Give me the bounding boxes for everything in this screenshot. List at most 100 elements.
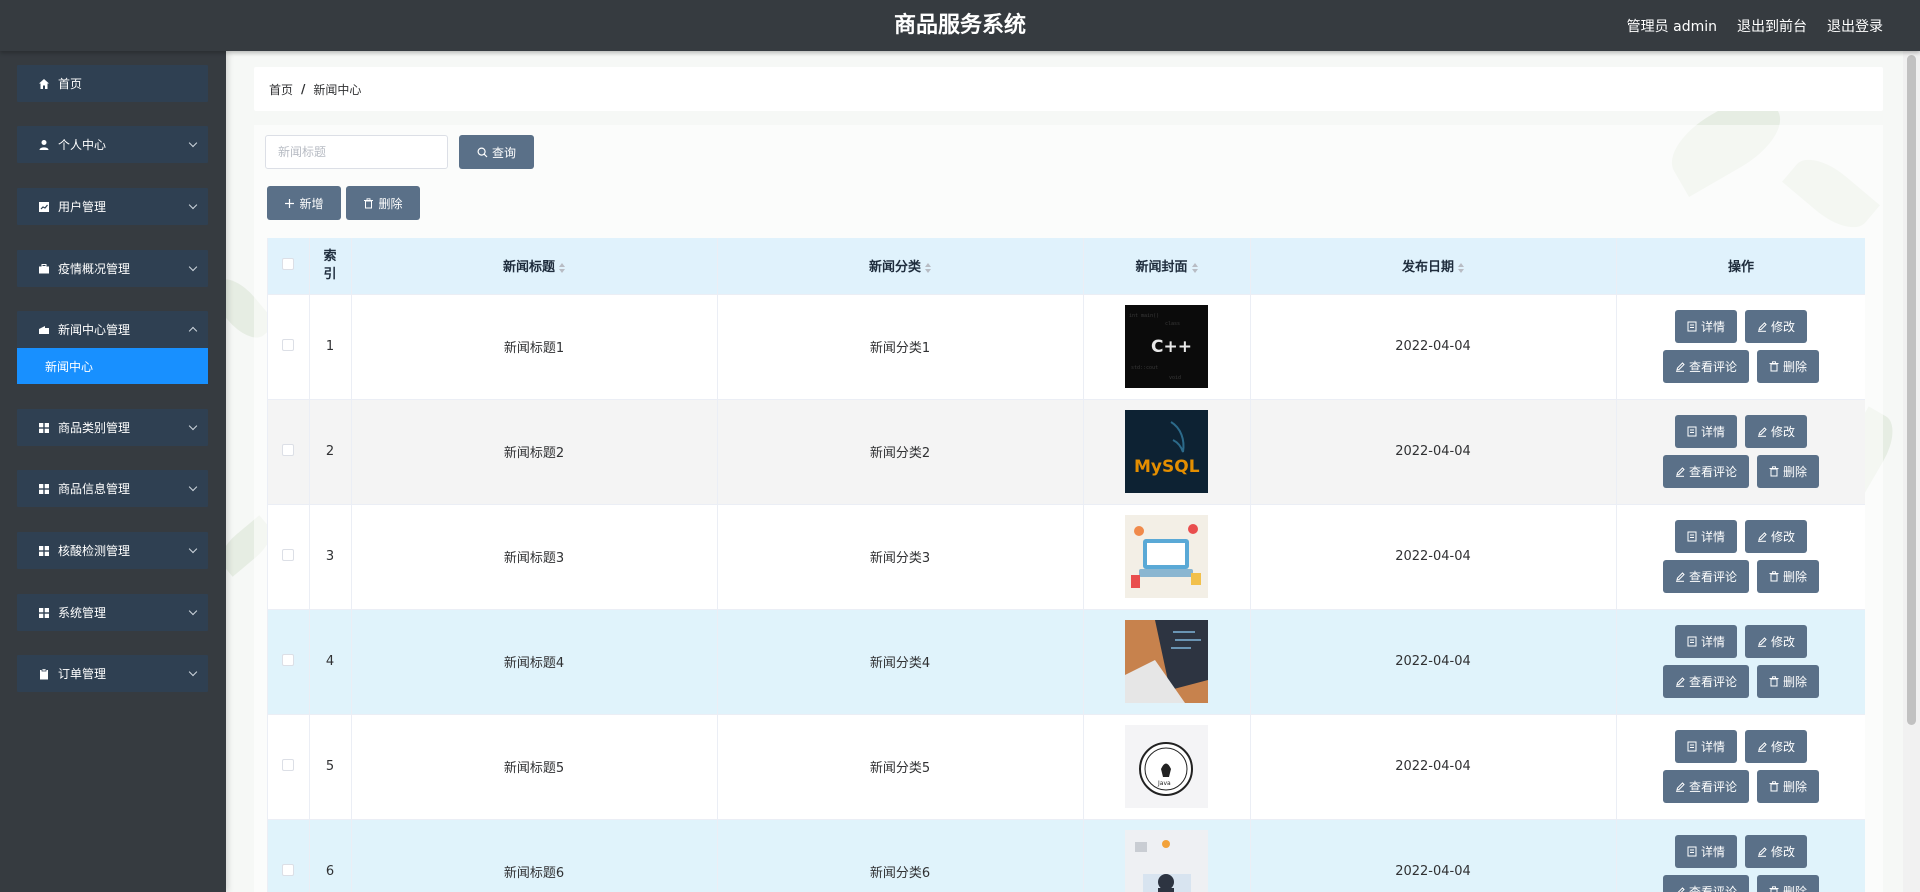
delete-button[interactable]: 删除 <box>1757 560 1820 593</box>
row-actions: 详情 修改 查看评论 删除 <box>1616 504 1865 610</box>
delete-button[interactable]: 删除 <box>1757 455 1820 488</box>
briefcase-icon <box>38 263 50 275</box>
view-comments-button[interactable]: 查看评论 <box>1662 350 1749 383</box>
breadcrumb-home[interactable]: 首页 <box>269 81 293 98</box>
svg-text:MySQL: MySQL <box>1134 457 1200 477</box>
edit-button[interactable]: 修改 <box>1745 835 1808 868</box>
row-publish-date: 2022-04-04 <box>1250 504 1617 610</box>
row-actions: 详情 修改 查看评论 删除 <box>1616 399 1865 505</box>
chevron-down-icon <box>188 606 198 615</box>
table-row[interactable]: 4 新闻标题4 新闻分类4 2022-04-04 详情 修改 查看评论 删除 <box>268 609 1865 715</box>
row-news-title: 新闻标题4 <box>351 609 718 715</box>
row-cover-cell <box>1083 504 1251 610</box>
header-actions: 管理员 admin 退出到前台 退出登录 <box>1627 0 1883 51</box>
sort-icon[interactable] <box>925 262 931 273</box>
svg-text:Java: Java <box>1157 780 1171 787</box>
column-header-title[interactable]: 新闻标题 <box>351 238 718 295</box>
chart-icon <box>38 201 50 213</box>
row-checkbox[interactable] <box>282 758 295 771</box>
sort-icon[interactable] <box>559 262 565 273</box>
row-news-category: 新闻分类1 <box>717 294 1084 400</box>
row-checkbox[interactable] <box>282 548 295 561</box>
main-content: 首页 / 新闻中心 查询 新增 删除 索引 <box>226 51 1920 892</box>
row-actions: 详情 修改 查看评论 删除 <box>1616 819 1865 892</box>
sidebar-item-system-management[interactable]: 系统管理 <box>17 594 208 631</box>
sidebar-item-category-management[interactable]: 商品类别管理 <box>17 409 208 446</box>
sidebar-item-product-management[interactable]: 商品信息管理 <box>17 470 208 507</box>
column-header-actions: 操作 <box>1616 238 1865 295</box>
sidebar-item-personal-center[interactable]: 个人中心 <box>17 126 208 163</box>
sidebar-item-epidemic-management[interactable]: 疫情概况管理 <box>17 250 208 287</box>
search-button[interactable]: 查询 <box>459 135 534 169</box>
breadcrumb-current: 新闻中心 <box>313 82 362 97</box>
table-row[interactable]: 2 新闻标题2 新闻分类2 MySQL 2022-04-04 详情 修改 查看评… <box>268 399 1865 505</box>
edit-button[interactable]: 修改 <box>1745 625 1808 658</box>
detail-button[interactable]: 详情 <box>1674 835 1737 868</box>
detail-button[interactable]: 详情 <box>1674 415 1737 448</box>
svg-text:std::cout: std::cout <box>1131 365 1158 371</box>
sidebar: 首页 个人中心 用户管理 疫情概况管理 新闻中心管理 新闻中心 商品类别管理 商… <box>0 51 226 892</box>
add-button[interactable]: 新增 <box>267 186 341 220</box>
sidebar-item-home[interactable]: 首页 <box>17 65 208 102</box>
sidebar-item-label: 商品类别管理 <box>58 421 131 435</box>
news-cover-image: int main() class std::cout void C++ <box>1125 305 1208 388</box>
delete-button[interactable]: 删除 <box>1757 665 1820 698</box>
table-row[interactable]: 3 新闻标题3 新闻分类3 2022-04-04 详情 修改 查看评论 删除 <box>268 504 1865 610</box>
edit-button[interactable]: 修改 <box>1745 310 1808 343</box>
delete-button[interactable]: 删除 <box>1757 350 1820 383</box>
column-header-date[interactable]: 发布日期 <box>1250 238 1617 295</box>
sidebar-item-label: 疫情概况管理 <box>58 262 131 276</box>
view-comments-button[interactable]: 查看评论 <box>1662 770 1749 803</box>
scrollbar-thumb[interactable] <box>1907 55 1916 725</box>
user-icon <box>38 139 50 151</box>
vertical-scrollbar[interactable] <box>1903 51 1920 892</box>
view-comments-button[interactable]: 查看评论 <box>1662 560 1749 593</box>
delete-button[interactable]: 删除 <box>1757 770 1820 803</box>
view-comments-button[interactable]: 查看评论 <box>1662 665 1749 698</box>
detail-button[interactable]: 详情 <box>1674 730 1737 763</box>
logout-link[interactable]: 退出登录 <box>1827 16 1883 36</box>
detail-button[interactable]: 详情 <box>1674 625 1737 658</box>
delete-button[interactable]: 删除 <box>1757 875 1820 892</box>
batch-delete-button[interactable]: 删除 <box>346 186 420 220</box>
sidebar-item-news-management[interactable]: 新闻中心管理 <box>17 311 208 348</box>
exit-to-front-link[interactable]: 退出到前台 <box>1737 16 1807 36</box>
row-select-cell <box>268 294 310 400</box>
table-row[interactable]: 1 新闻标题1 新闻分类1 int main() class std::cout vo… <box>268 294 1865 400</box>
table-row[interactable]: 6 新闻标题6 新闻分类6 2022-04-04 详情 修改 查看评论 删除 <box>268 819 1865 892</box>
row-checkbox[interactable] <box>282 863 295 876</box>
row-news-category: 新闻分类5 <box>717 714 1084 820</box>
column-header-cover[interactable]: 新闻封面 <box>1083 238 1251 295</box>
row-index: 6 <box>309 819 352 892</box>
row-publish-date: 2022-04-04 <box>1250 294 1617 400</box>
row-checkbox[interactable] <box>282 653 295 666</box>
select-all-checkbox[interactable] <box>282 257 295 270</box>
admin-user-label: 管理员 admin <box>1626 18 1717 35</box>
column-header-category[interactable]: 新闻分类 <box>717 238 1084 295</box>
view-comments-button[interactable]: 查看评论 <box>1662 455 1749 488</box>
view-comments-button[interactable]: 查看评论 <box>1662 875 1749 892</box>
row-select-cell <box>268 714 310 820</box>
edit-button[interactable]: 修改 <box>1745 520 1808 553</box>
row-checkbox[interactable] <box>282 338 295 351</box>
detail-button[interactable]: 详情 <box>1674 310 1737 343</box>
table-row[interactable]: 5 新闻标题5 新闻分类5 Java 2022-04-04 详情 修改 查看评论… <box>268 714 1865 820</box>
edit-button[interactable]: 修改 <box>1745 415 1808 448</box>
detail-button[interactable]: 详情 <box>1674 520 1737 553</box>
news-cover-image <box>1125 620 1208 703</box>
sidebar-item-order-management[interactable]: 订单管理 <box>17 655 208 692</box>
chevron-down-icon <box>188 421 198 430</box>
row-checkbox[interactable] <box>282 443 295 456</box>
sort-icon[interactable] <box>1191 262 1198 273</box>
sidebar-item-nucleic-test-management[interactable]: 核酸检测管理 <box>17 532 208 569</box>
breadcrumb-separator: / <box>301 82 306 96</box>
row-news-title: 新闻标题1 <box>351 294 718 400</box>
sort-icon[interactable] <box>1458 262 1464 273</box>
table-header-row: 索引 新闻标题 新闻分类 新闻封面 发布日期 操作 <box>268 238 1865 295</box>
edit-button[interactable]: 修改 <box>1745 730 1808 763</box>
sidebar-item-user-management[interactable]: 用户管理 <box>17 188 208 225</box>
clipboard-icon <box>38 667 50 680</box>
news-title-search-input[interactable] <box>265 135 448 169</box>
sidebar-subitem-news-center[interactable]: 新闻中心 <box>17 348 208 384</box>
document-icon <box>1687 426 1697 437</box>
